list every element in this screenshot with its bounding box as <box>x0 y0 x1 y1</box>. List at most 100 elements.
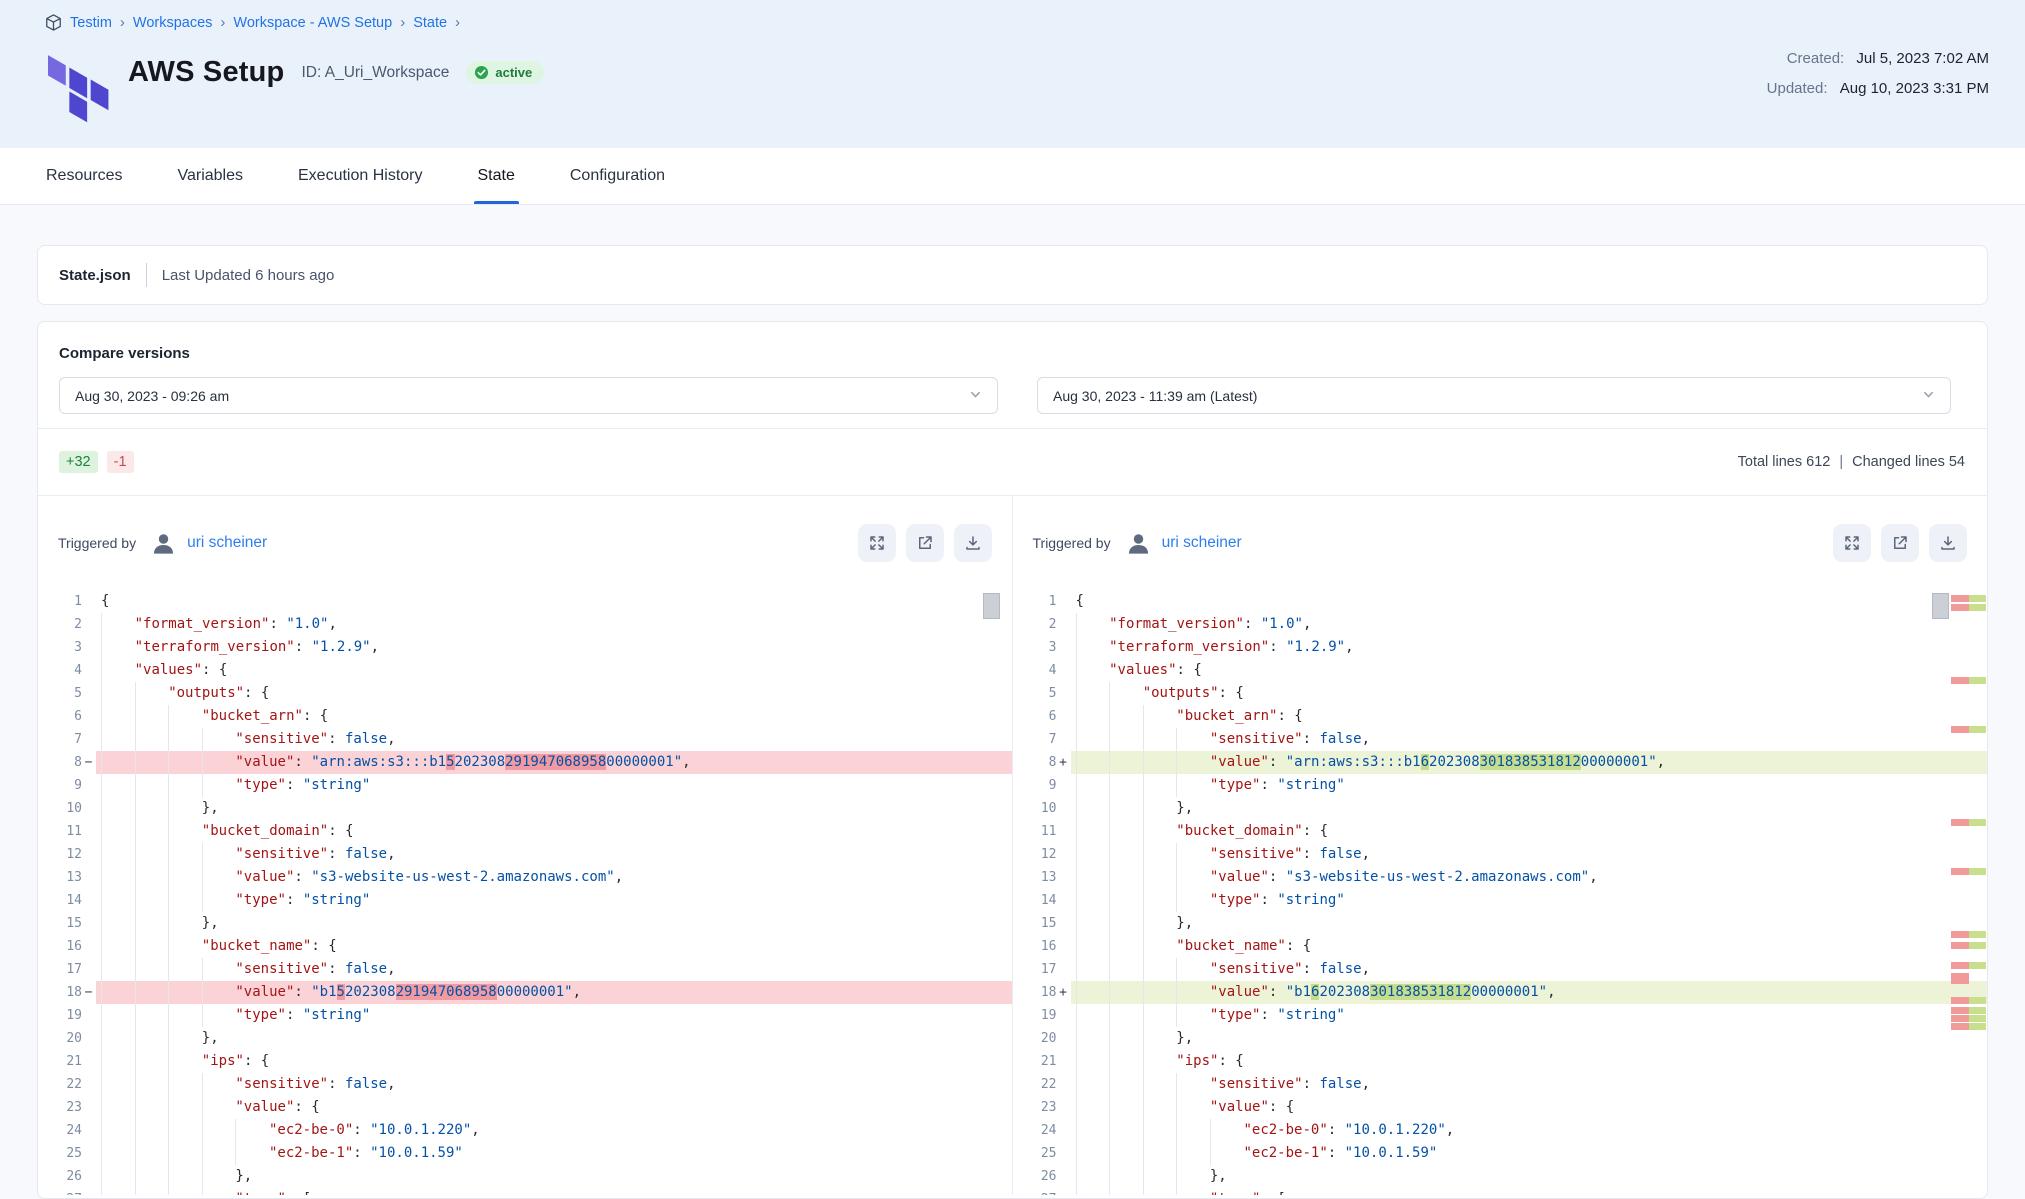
last-updated-text: Last Updated 6 hours ago <box>162 267 335 284</box>
external-link-icon <box>916 534 934 552</box>
expand-icon <box>1843 534 1861 552</box>
code-line: 1{ <box>38 590 1012 613</box>
code-line: 7"sensitive": false, <box>38 728 1012 751</box>
code-line: 2"format_version": "1.0", <box>1013 613 1988 636</box>
version-select-left[interactable]: Aug 30, 2023 - 09:26 am <box>59 377 998 414</box>
code-line: 5"outputs": { <box>38 682 1012 705</box>
workspace-cube-icon <box>44 13 63 32</box>
code-line: 3"terraform_version": "1.2.9", <box>38 636 1012 659</box>
code-line: 4"values": { <box>1013 659 1988 682</box>
code-line: 16"bucket_name": { <box>1013 935 1988 958</box>
workspace-header: Testim›Workspaces›Workspace - AWS Setup›… <box>0 0 2025 148</box>
workspace-state-page: Testim›Workspaces›Workspace - AWS Setup›… <box>0 0 2025 1199</box>
code-line: 15}, <box>38 912 1012 935</box>
breadcrumb-separator: › <box>120 14 125 31</box>
diff-pane-left: Triggered by uri scheiner <box>38 496 1013 1195</box>
triggered-by-user-link[interactable]: uri scheiner <box>187 534 267 552</box>
diff-overview-ruler <box>1951 590 1987 1195</box>
download-button[interactable] <box>1929 524 1967 562</box>
expand-button[interactable] <box>858 524 896 562</box>
scrollbar-thumb[interactable] <box>1932 593 1949 619</box>
code-line: 27"type": [ <box>38 1188 1012 1195</box>
breadcrumb-separator: › <box>400 14 405 31</box>
check-circle-icon <box>474 65 489 80</box>
chevron-down-icon <box>969 388 982 404</box>
diff-pane-right: Triggered by uri scheiner <box>1013 496 1988 1195</box>
ruler-added-marker <box>1969 595 1986 602</box>
status-badge: active <box>466 61 544 84</box>
breadcrumb-links: Testim›Workspaces›Workspace - AWS Setup›… <box>70 14 461 31</box>
code-line: 10}, <box>38 797 1012 820</box>
version-select-right[interactable]: Aug 30, 2023 - 11:39 am (Latest) <box>1037 377 1951 414</box>
download-icon <box>1939 534 1957 552</box>
state-filename: State.json <box>59 267 131 284</box>
code-line: 22"sensitive": false, <box>38 1073 1012 1096</box>
code-line: 19"type": "string" <box>1013 1004 1988 1027</box>
breadcrumb-link[interactable]: Workspaces <box>133 15 213 31</box>
ruler-added-marker <box>1969 1015 1986 1022</box>
updated-label: Updated: <box>1767 80 1828 97</box>
code-line: 24"ec2-be-0": "10.0.1.220", <box>38 1119 1012 1142</box>
external-link-icon <box>1891 534 1909 552</box>
expand-icon <box>868 534 886 552</box>
expand-button[interactable] <box>1833 524 1871 562</box>
triggered-by-user-link[interactable]: uri scheiner <box>1162 534 1242 552</box>
scrollbar-thumb[interactable] <box>983 593 1000 619</box>
code-line: 6"bucket_arn": { <box>1013 705 1988 728</box>
ruler-removed-marker <box>1951 962 1969 969</box>
code-line: 14"type": "string" <box>38 889 1012 912</box>
additions-badge: +32 <box>59 451 98 473</box>
ruler-removed-marker <box>1951 973 1969 984</box>
diff-panes: Triggered by uri scheiner <box>38 495 1987 1195</box>
code-line: 11"bucket_domain": { <box>38 820 1012 843</box>
tab-configuration[interactable]: Configuration <box>570 148 665 204</box>
tab-resources[interactable]: Resources <box>46 148 122 204</box>
code-line: 13"value": "s3-website-us-west-2.amazona… <box>1013 866 1988 889</box>
compare-versions-title: Compare versions <box>59 345 1987 362</box>
line-counts: Total lines 612|Changed lines 54 <box>1738 454 1965 470</box>
tab-variables[interactable]: Variables <box>177 148 243 204</box>
code-line: 20}, <box>1013 1027 1988 1050</box>
open-external-button[interactable] <box>906 524 944 562</box>
code-line: 6"bucket_arn": { <box>38 705 1012 728</box>
triggered-by-label: Triggered by <box>58 535 136 551</box>
code-line: 23"value": { <box>38 1096 1012 1119</box>
user-avatar-icon <box>1125 530 1152 557</box>
code-line: 11"bucket_domain": { <box>1013 820 1988 843</box>
code-line: 25"ec2-be-1": "10.0.1.59" <box>38 1142 1012 1165</box>
ruler-removed-marker <box>1951 819 1969 826</box>
ruler-added-marker <box>1969 726 1986 733</box>
code-line: 8−"value": "arn:aws:s3:::b15202308291947… <box>38 751 1012 774</box>
breadcrumb-link[interactable]: State <box>413 15 447 31</box>
code-line: 18−"value": "b15202308291947068958000000… <box>38 981 1012 1004</box>
code-line: 20}, <box>38 1027 1012 1050</box>
download-button[interactable] <box>954 524 992 562</box>
tab-state[interactable]: State <box>478 148 515 204</box>
breadcrumb: Testim›Workspaces›Workspace - AWS Setup›… <box>44 13 1989 32</box>
code-line: 9"type": "string" <box>38 774 1012 797</box>
divider <box>146 263 147 287</box>
content: State.json Last Updated 6 hours ago Comp… <box>0 205 2025 1199</box>
code-line: 22"sensitive": false, <box>1013 1073 1988 1096</box>
diff-stats-row: +32 -1 Total lines 612|Changed lines 54 <box>38 429 1987 495</box>
code-line: 16"bucket_name": { <box>38 935 1012 958</box>
pane-header-right: Triggered by uri scheiner <box>1013 496 1988 590</box>
breadcrumb-link[interactable]: Testim <box>70 15 112 31</box>
breadcrumb-link[interactable]: Workspace - AWS Setup <box>233 15 392 31</box>
ruler-removed-marker <box>1951 604 1969 611</box>
tab-execution-history[interactable]: Execution History <box>298 148 423 204</box>
ruler-removed-marker <box>1951 868 1969 875</box>
ruler-added-marker <box>1969 604 1986 611</box>
ruler-removed-marker <box>1951 997 1969 1004</box>
code-line: 12"sensitive": false, <box>38 843 1012 866</box>
ruler-removed-marker <box>1951 726 1969 733</box>
ruler-added-marker <box>1969 962 1986 969</box>
code-line: 25"ec2-be-1": "10.0.1.59" <box>1013 1142 1988 1165</box>
ruler-removed-marker <box>1951 931 1969 938</box>
ruler-removed-marker <box>1951 1023 1969 1030</box>
total-lines-text: Total lines 612 <box>1738 454 1831 470</box>
open-external-button[interactable] <box>1881 524 1919 562</box>
download-icon <box>964 534 982 552</box>
state-file-card: State.json Last Updated 6 hours ago <box>37 245 1988 305</box>
ruler-added-marker <box>1969 819 1986 826</box>
